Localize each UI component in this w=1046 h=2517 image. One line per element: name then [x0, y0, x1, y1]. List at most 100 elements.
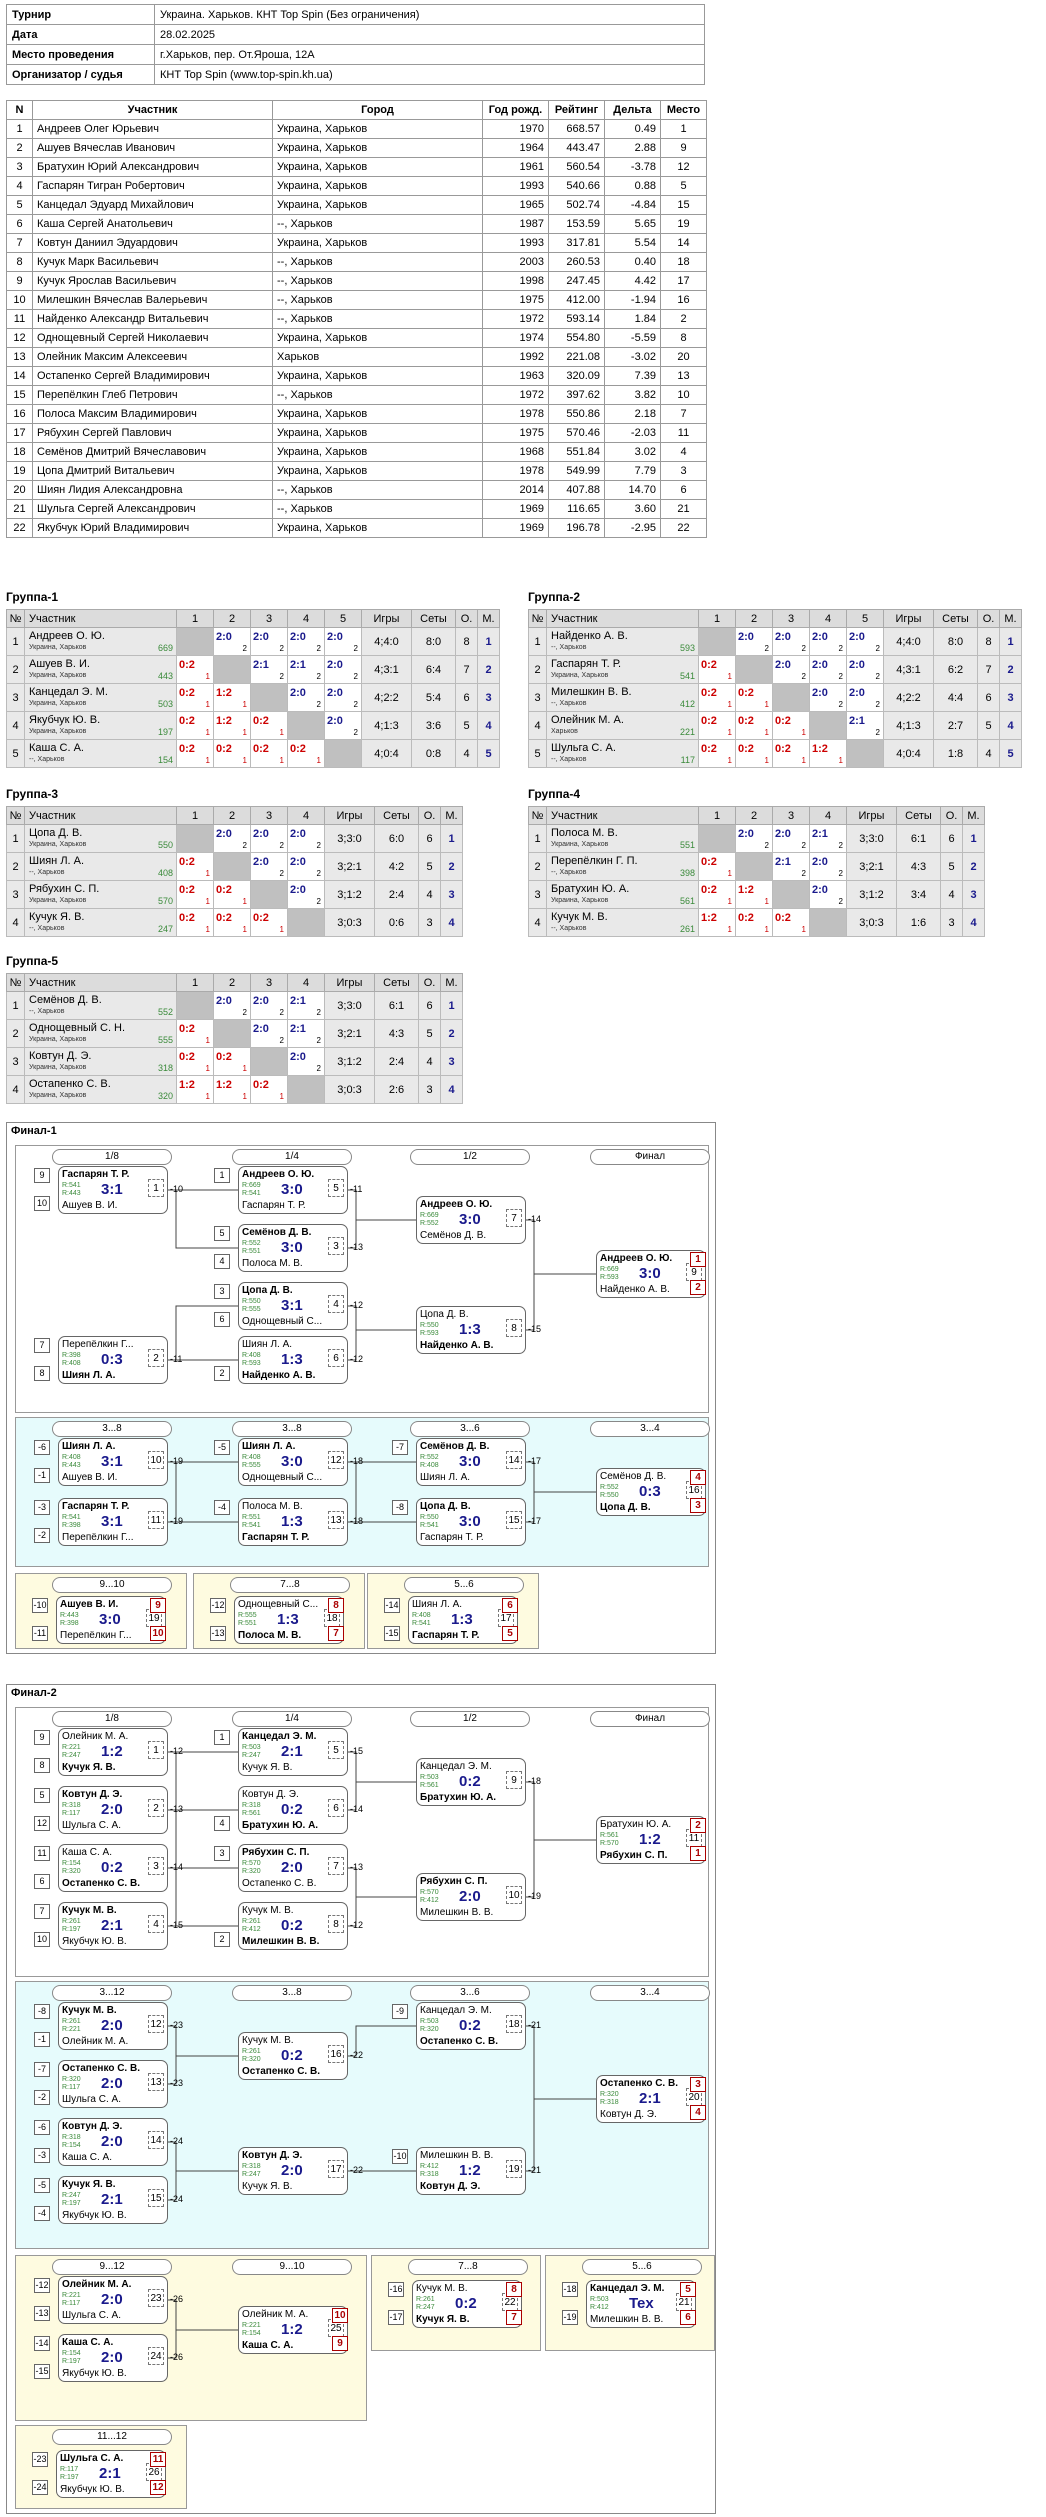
- group-col-sets: Сеты: [374, 806, 419, 825]
- bracket-match: Остапенко С. В. R:320 R:117 2:0 13 Шульга С. …: [58, 2060, 168, 2108]
- player-cell: 13: [6, 347, 33, 367]
- group-score-points: 2: [316, 672, 321, 681]
- match-score: 1:2: [639, 1831, 661, 1848]
- seed-2: -11: [32, 1626, 48, 1641]
- group-player-city: --, Харьков: [29, 869, 65, 876]
- player-cell: 20: [660, 347, 707, 367]
- match-player-1: Кучук М. В.: [416, 2283, 468, 2294]
- player-cell: 0.49: [604, 119, 661, 139]
- group-col-opp: 5: [846, 609, 884, 628]
- group-score: 0:2: [179, 743, 195, 755]
- group-player-city: --, Харьков: [29, 756, 65, 763]
- player-cell: 1964: [482, 138, 549, 158]
- seed-2: -17: [388, 2310, 404, 2325]
- group-score: 2:0: [216, 631, 232, 643]
- match-rating-1: R:261: [62, 1918, 81, 1925]
- loser-link: -18: [350, 1456, 364, 1466]
- group-score-cell: 2:1 2: [287, 991, 325, 1020]
- group-score-cell: 0:2 1: [287, 739, 325, 768]
- group-place: 1: [440, 991, 463, 1020]
- group-place: 2: [962, 852, 985, 881]
- group-games: 3;2:1: [324, 1019, 375, 1048]
- group-sets: 2:7: [933, 711, 978, 740]
- match-player-2: Остапенко С. В.: [62, 1878, 140, 1889]
- group-score-points: 2: [242, 644, 247, 653]
- group-score-points: 2: [838, 644, 843, 653]
- player-cell: 1969: [482, 499, 549, 519]
- group-col-opp: 1: [176, 609, 214, 628]
- player-cell: 1993: [482, 233, 549, 253]
- group-col-opp: 2: [735, 806, 773, 825]
- group-score-points: 1: [727, 756, 732, 765]
- group-score: 2:1: [775, 856, 791, 868]
- player-cell: --, Харьков: [272, 480, 483, 500]
- group-score: 1:2: [216, 687, 232, 699]
- match-player-1: Полоса М. В.: [242, 1501, 303, 1512]
- match-player-1: Шиян Л. А.: [242, 1339, 293, 1350]
- group-score-cell: 2:1 2: [287, 1019, 325, 1048]
- loser-link: -13: [170, 1804, 184, 1814]
- bracket-match: Цопа Д. В. R:550 R:541 3:0 15 Гаспарян Т. Р.: [416, 1498, 526, 1546]
- bracket-match: Канцедал Э. М. R:503 R:247 2:1 5 Кучук Я. В.: [238, 1728, 348, 1776]
- group-games: 3;3:0: [324, 824, 375, 853]
- group-cell-self: [809, 711, 847, 740]
- bracket-match: Милешкин В. В. R:412 R:318 1:2 19 Ковтун Д. Э…: [416, 2147, 526, 2195]
- group-score: 2:0: [812, 631, 828, 643]
- match-number: 6: [328, 1799, 344, 1817]
- match-rating-1: R:408: [242, 1454, 261, 1461]
- group-score-cell: 0:2 1: [213, 880, 251, 909]
- group-player: Ковтун Д. Э. Украина, Харьков 318: [24, 1047, 177, 1076]
- group-player-city: --, Харьков: [551, 925, 587, 932]
- player-cell: 2.88: [604, 138, 661, 158]
- player-cell: 22: [660, 518, 707, 538]
- group-score: 0:2: [701, 856, 717, 868]
- group-row-no: 4: [6, 1075, 25, 1104]
- players-header: Год рожд.: [482, 100, 549, 120]
- match-rating-2: R:320: [242, 1868, 261, 1875]
- match-player-2: Остапенко С. В.: [420, 2036, 498, 2047]
- group-row-no: 2: [6, 852, 25, 881]
- match-rating-2: R:593: [242, 1360, 261, 1367]
- group-score-points: 2: [279, 869, 284, 878]
- group-player-name: Канцедал Э. М.: [29, 686, 108, 698]
- seed-2: 4: [214, 1254, 230, 1269]
- group-player-rating: 669: [157, 643, 173, 653]
- group-score: 0:2: [701, 659, 717, 671]
- player-cell: 3.02: [604, 442, 661, 462]
- group-score: 2:0: [290, 687, 306, 699]
- player-cell: 1993: [482, 176, 549, 196]
- group-score-points: 2: [875, 644, 880, 653]
- bracket-match: Цопа Д. В. R:550 R:555 3:1 4 Однощевный С...: [238, 1282, 348, 1330]
- group-player: Семёнов Д. В. --, Харьков 552: [24, 991, 177, 1020]
- bracket-match: Рябухин С. П. R:570 R:320 2:0 7 Остапенко С. …: [238, 1844, 348, 1892]
- group-games: 4;3:1: [361, 655, 412, 684]
- group-player-rating: 541: [679, 671, 695, 681]
- match-rating-1: R:669: [242, 1182, 261, 1189]
- group-games: 3;0:3: [846, 908, 897, 937]
- group-score: 2:0: [216, 995, 232, 1007]
- seed-2: 6: [214, 1312, 230, 1327]
- match-player-2: Найденко А. В.: [600, 1284, 670, 1295]
- group-score: 2:1: [849, 715, 865, 727]
- group-score: 2:0: [290, 856, 306, 868]
- player-cell: Андреев Олег Юрьевич: [32, 119, 273, 139]
- group-score-cell: 0:2 1: [176, 880, 214, 909]
- group-score-points: 2: [316, 1064, 321, 1073]
- bracket-match: Каша С. А. R:154 R:197 2:0 24 Якубчук Ю. В.: [58, 2334, 168, 2382]
- group-player-rating: 593: [679, 643, 695, 653]
- group-table: № Участник 1 2 3 4 5 Игры Сеты О. М. 1 Найденко А. В…: [528, 609, 1022, 768]
- group-col-opp: 2: [213, 973, 251, 992]
- group-place: 1: [477, 627, 500, 656]
- loser-link: -21: [528, 2020, 542, 2030]
- loser-link: -15: [350, 1746, 364, 1756]
- group-row-no: 2: [528, 655, 547, 684]
- match-player-1: Семёнов Д. В.: [600, 1471, 667, 1482]
- group-points: 6: [455, 683, 478, 712]
- player-cell: Рябухин Сергей Павлович: [32, 423, 273, 443]
- group-row-no: 1: [6, 627, 25, 656]
- player-cell: 14.70: [604, 480, 661, 500]
- group-sets: 4:3: [896, 852, 941, 881]
- group-col-opp: 5: [324, 609, 362, 628]
- group-row-no: 1: [6, 824, 25, 853]
- group-score-points: 1: [242, 700, 247, 709]
